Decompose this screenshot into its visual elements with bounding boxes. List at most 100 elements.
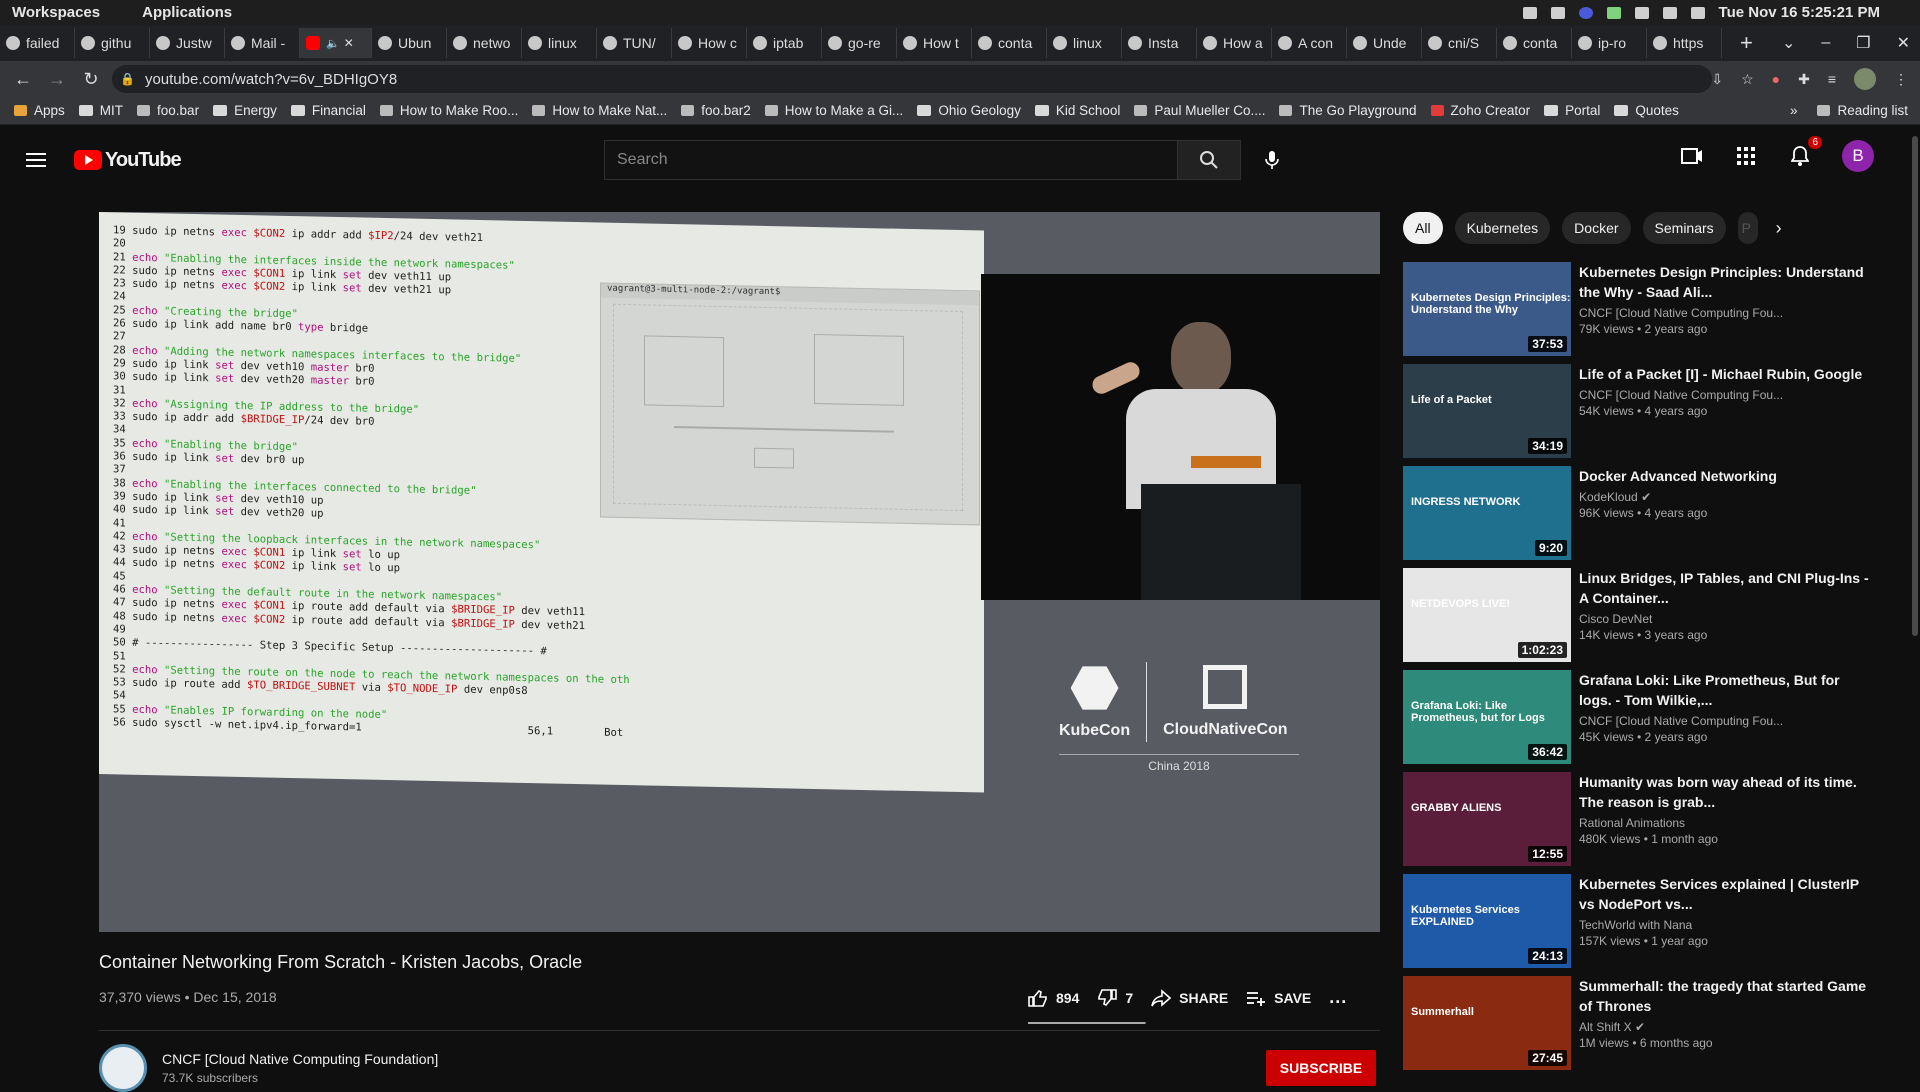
bookmark-item[interactable]: MIT bbox=[78, 103, 123, 118]
chip-seminars[interactable]: Seminars bbox=[1642, 212, 1726, 244]
video-player[interactable]: 19 sudo ip netns exec $CON2 ip addr add … bbox=[99, 212, 1380, 932]
video-thumbnail[interactable]: Summerhall 27:45 bbox=[1403, 976, 1571, 1070]
apps-grid-icon[interactable] bbox=[1734, 144, 1758, 168]
video-title-link[interactable]: Kubernetes Design Principles: Understand… bbox=[1579, 262, 1869, 302]
bookmark-item[interactable]: Energy bbox=[213, 103, 277, 118]
tab[interactable]: Insta bbox=[1122, 28, 1197, 58]
back-icon[interactable]: ← bbox=[12, 68, 34, 90]
chip-kubernetes[interactable]: Kubernetes bbox=[1454, 212, 1551, 244]
video-thumbnail[interactable]: Life of a Packet 34:19 bbox=[1403, 364, 1571, 458]
tab[interactable]: Ubun bbox=[372, 28, 447, 58]
video-thumbnail[interactable]: GRABBY ALIENS 12:55 bbox=[1403, 772, 1571, 866]
tab[interactable]: Mail - bbox=[225, 28, 300, 58]
create-video-icon[interactable] bbox=[1680, 144, 1704, 168]
recommended-video[interactable]: Summerhall 27:45 Summerhall: the tragedy t… bbox=[1403, 976, 1873, 1070]
applications-menu[interactable]: Applications bbox=[142, 4, 232, 21]
more-bookmarks-icon[interactable]: » bbox=[1790, 103, 1798, 118]
network-icon[interactable] bbox=[1606, 6, 1621, 19]
channel-link[interactable]: CNCF [Cloud Native Computing Fou... bbox=[1579, 388, 1869, 402]
tab-close-icon[interactable]: ✕ bbox=[344, 36, 354, 50]
channel-link[interactable]: KodeKloud ✔ bbox=[1579, 490, 1869, 504]
dislike-button[interactable]: 7 bbox=[1097, 988, 1133, 1007]
bookmark-item[interactable]: Kid School bbox=[1034, 103, 1120, 118]
bookmark-item[interactable]: Ohio Geology bbox=[917, 103, 1021, 118]
bookmark-item[interactable]: Zoho Creator bbox=[1430, 103, 1530, 118]
bookmark-item[interactable]: Paul Mueller Co.... bbox=[1134, 103, 1265, 118]
app-icon[interactable] bbox=[1578, 6, 1593, 19]
settings-icon[interactable] bbox=[1550, 6, 1565, 19]
tab[interactable]: https bbox=[1647, 28, 1722, 58]
tab[interactable]: cni/S bbox=[1422, 28, 1497, 58]
chip-p[interactable]: P bbox=[1737, 212, 1758, 244]
menu-icon[interactable] bbox=[26, 153, 46, 167]
close-window-icon[interactable]: ✕ bbox=[1897, 33, 1910, 53]
tab[interactable]: Justw bbox=[150, 28, 225, 58]
tab[interactable]: netwo bbox=[447, 28, 522, 58]
reload-icon[interactable]: ↻ bbox=[80, 68, 102, 90]
workspaces-menu[interactable]: Workspaces bbox=[12, 4, 100, 21]
search-button[interactable] bbox=[1177, 140, 1241, 180]
tab[interactable]: githu bbox=[75, 28, 150, 58]
user-avatar[interactable]: B bbox=[1842, 140, 1874, 172]
recommended-video[interactable]: INGRESS NETWORK 9:20 Docker Advanced Netwo… bbox=[1403, 466, 1873, 560]
bookmark-item[interactable]: Apps bbox=[14, 103, 65, 118]
video-title-link[interactable]: Summerhall: the tragedy that started Gam… bbox=[1579, 976, 1869, 1016]
bookmark-item[interactable]: How to Make a Gi... bbox=[764, 103, 903, 118]
tab[interactable]: Unde bbox=[1347, 28, 1422, 58]
bookmark-item[interactable]: The Go Playground bbox=[1279, 103, 1417, 118]
extension-icon[interactable]: ● bbox=[1772, 71, 1780, 87]
more-actions-button[interactable]: ... bbox=[1329, 987, 1347, 1008]
channel-link[interactable]: Rational Animations bbox=[1579, 816, 1869, 830]
video-thumbnail[interactable]: INGRESS NETWORK 9:20 bbox=[1403, 466, 1571, 560]
tab-active[interactable]: 🔈 ✕ bbox=[300, 28, 372, 58]
channel-name[interactable]: CNCF [Cloud Native Computing Foundation] bbox=[162, 1051, 438, 1067]
tab[interactable]: failed bbox=[0, 28, 75, 58]
page-scrollbar[interactable] bbox=[1910, 126, 1920, 1080]
volume-icon[interactable] bbox=[1662, 6, 1677, 19]
tab[interactable]: A con bbox=[1272, 28, 1347, 58]
channel-link[interactable]: TechWorld with Nana bbox=[1579, 918, 1869, 932]
subscribe-button[interactable]: SUBSCRIBE bbox=[1266, 1050, 1376, 1086]
minimize-icon[interactable]: – bbox=[1821, 34, 1830, 52]
monitor-icon[interactable] bbox=[1522, 6, 1537, 19]
profile-avatar[interactable] bbox=[1854, 68, 1876, 90]
channel-link[interactable]: Alt Shift X ✔ bbox=[1579, 1020, 1869, 1034]
save-button[interactable]: SAVE bbox=[1246, 990, 1311, 1006]
tab[interactable]: go-re bbox=[822, 28, 897, 58]
recommended-video[interactable]: NETDEVOPS LIVE! 1:02:23 Linux Bridges, IP … bbox=[1403, 568, 1873, 662]
video-thumbnail[interactable]: Kubernetes Services EXPLAINED 24:13 bbox=[1403, 874, 1571, 968]
restore-icon[interactable]: ❐ bbox=[1856, 33, 1870, 53]
battery-icon[interactable] bbox=[1634, 6, 1649, 19]
scrollbar-thumb[interactable] bbox=[1912, 136, 1918, 636]
extensions-puzzle-icon[interactable]: ✚ bbox=[1798, 71, 1810, 88]
lock-icon[interactable]: 🔒 bbox=[120, 72, 135, 86]
tab[interactable]: conta bbox=[1497, 28, 1572, 58]
tab-search-icon[interactable]: ⌄ bbox=[1782, 33, 1795, 53]
bookmark-item[interactable]: How to Make Nat... bbox=[532, 103, 667, 118]
tab[interactable]: How a bbox=[1197, 28, 1272, 58]
video-title-link[interactable]: Life of a Packet [I] - Michael Rubin, Go… bbox=[1579, 364, 1869, 384]
bookmark-item[interactable]: Financial bbox=[290, 103, 366, 118]
video-thumbnail[interactable]: NETDEVOPS LIVE! 1:02:23 bbox=[1403, 568, 1571, 662]
bookmark-item[interactable]: Portal bbox=[1544, 103, 1600, 118]
bookmark-item[interactable]: foo.bar bbox=[137, 103, 199, 118]
youtube-logo[interactable]: YouTube bbox=[74, 149, 182, 172]
video-title-link[interactable]: Kubernetes Services explained | ClusterI… bbox=[1579, 874, 1869, 914]
search-input[interactable]: Search bbox=[604, 140, 1178, 180]
chips-next-icon[interactable]: › bbox=[1776, 218, 1782, 239]
channel-link[interactable]: CNCF [Cloud Native Computing Fou... bbox=[1579, 714, 1869, 728]
channel-avatar[interactable] bbox=[99, 1044, 147, 1092]
share-button[interactable]: SHARE bbox=[1151, 988, 1228, 1007]
video-title-link[interactable]: Linux Bridges, IP Tables, and CNI Plug-I… bbox=[1579, 568, 1869, 608]
install-icon[interactable]: ⇩ bbox=[1711, 71, 1723, 88]
tab[interactable]: linux bbox=[522, 28, 597, 58]
chip-docker[interactable]: Docker bbox=[1562, 212, 1631, 244]
new-tab-icon[interactable]: + bbox=[1740, 30, 1753, 56]
microphone-icon[interactable] bbox=[1258, 146, 1286, 174]
menu-kebab-icon[interactable]: ⋮ bbox=[1894, 71, 1908, 88]
tab[interactable]: conta bbox=[972, 28, 1047, 58]
video-thumbnail[interactable]: Grafana Loki: Like Prometheus, but for L… bbox=[1403, 670, 1571, 764]
recommended-video[interactable]: Kubernetes Services EXPLAINED 24:13 Kubern… bbox=[1403, 874, 1873, 968]
bookmark-item[interactable]: foo.bar2 bbox=[681, 103, 751, 118]
tab[interactable]: How c bbox=[672, 28, 747, 58]
